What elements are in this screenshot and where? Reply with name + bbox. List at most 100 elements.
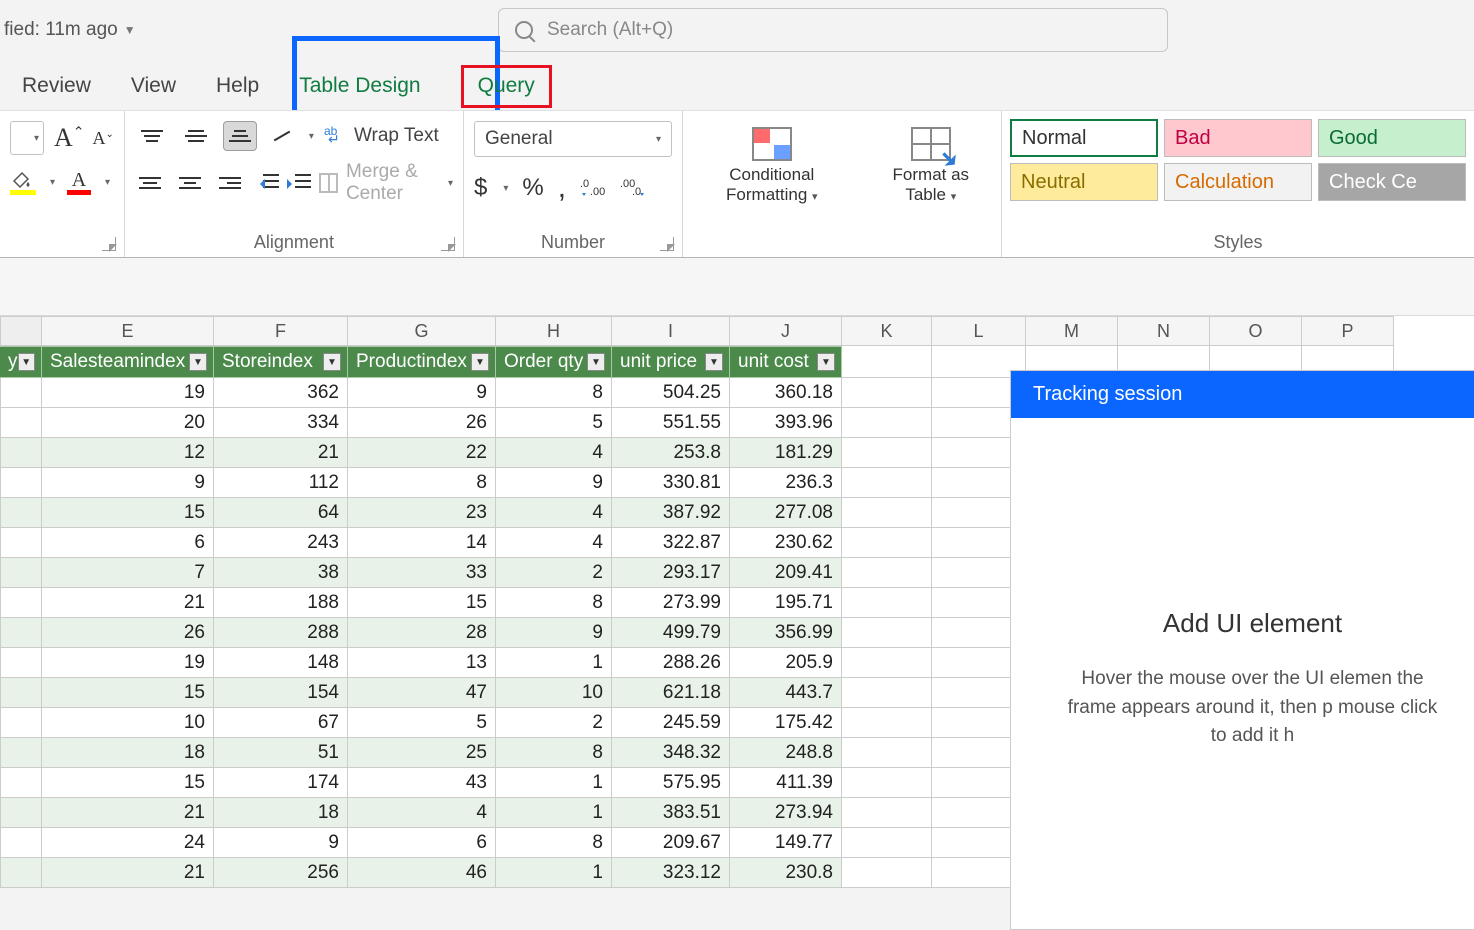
tab-table-design[interactable]: Table Design bbox=[279, 64, 440, 110]
table-header-F[interactable]: Storeindex▼ bbox=[214, 346, 348, 378]
cell[interactable]: 19 bbox=[42, 378, 214, 408]
cell[interactable]: 8 bbox=[496, 378, 612, 408]
column-header-M[interactable]: M bbox=[1026, 316, 1118, 346]
decrease-decimal-button[interactable]: .00.0 bbox=[620, 175, 646, 202]
cell[interactable]: 209.41 bbox=[730, 558, 842, 588]
cell[interactable] bbox=[842, 798, 932, 828]
cell[interactable]: 18 bbox=[42, 738, 214, 768]
cell[interactable] bbox=[842, 738, 932, 768]
cell[interactable]: 21 bbox=[42, 588, 214, 618]
accounting-format-button[interactable]: $ bbox=[474, 174, 487, 202]
cell[interactable]: 14 bbox=[348, 528, 496, 558]
cell[interactable]: 288 bbox=[214, 618, 348, 648]
chevron-down-icon[interactable]: ▾ bbox=[105, 177, 110, 188]
cell[interactable]: 293.17 bbox=[612, 558, 730, 588]
align-middle-button[interactable] bbox=[179, 121, 213, 151]
cell[interactable]: 64 bbox=[214, 498, 348, 528]
cell[interactable] bbox=[0, 678, 42, 708]
cell[interactable]: 9 bbox=[496, 618, 612, 648]
cell[interactable]: 288.26 bbox=[612, 648, 730, 678]
format-as-table-button[interactable]: Format as Table ▾ bbox=[861, 111, 1002, 257]
column-header-I[interactable]: I bbox=[612, 316, 730, 346]
cell[interactable]: 504.25 bbox=[612, 378, 730, 408]
cell[interactable]: 6 bbox=[42, 528, 214, 558]
cell[interactable]: 248.8 bbox=[730, 738, 842, 768]
cell[interactable]: 9 bbox=[496, 468, 612, 498]
column-header-H[interactable]: H bbox=[496, 316, 612, 346]
align-top-button[interactable] bbox=[135, 121, 169, 151]
cell[interactable]: 330.81 bbox=[612, 468, 730, 498]
cell[interactable]: 243 bbox=[214, 528, 348, 558]
select-all-corner[interactable] bbox=[0, 316, 42, 346]
align-bottom-button[interactable] bbox=[223, 121, 257, 151]
column-header-N[interactable]: N bbox=[1118, 316, 1210, 346]
cell[interactable]: 22 bbox=[348, 438, 496, 468]
orientation-button[interactable] bbox=[267, 121, 297, 151]
tab-review[interactable]: Review bbox=[2, 64, 111, 110]
cell[interactable]: 334 bbox=[214, 408, 348, 438]
cell[interactable]: 38 bbox=[214, 558, 348, 588]
cell[interactable]: 356.99 bbox=[730, 618, 842, 648]
cell[interactable]: 360.18 bbox=[730, 378, 842, 408]
increase-font-icon[interactable]: A⌃ bbox=[54, 123, 85, 153]
cell[interactable] bbox=[842, 346, 932, 378]
cell[interactable]: 230.8 bbox=[730, 858, 842, 888]
cell[interactable]: 1 bbox=[496, 798, 612, 828]
cell[interactable] bbox=[842, 498, 932, 528]
search-input[interactable]: Search (Alt+Q) bbox=[498, 8, 1168, 52]
cell[interactable] bbox=[0, 828, 42, 858]
cell[interactable]: 154 bbox=[214, 678, 348, 708]
cell[interactable]: 15 bbox=[42, 768, 214, 798]
font-size-combo[interactable]: ▾ bbox=[10, 121, 44, 155]
align-center-button[interactable] bbox=[175, 168, 205, 198]
cell[interactable]: 253.8 bbox=[612, 438, 730, 468]
cell[interactable]: 148 bbox=[214, 648, 348, 678]
cell[interactable]: 12 bbox=[42, 438, 214, 468]
column-header-O[interactable]: O bbox=[1210, 316, 1302, 346]
cell[interactable]: 174 bbox=[214, 768, 348, 798]
cell[interactable]: 245.59 bbox=[612, 708, 730, 738]
cell[interactable]: 67 bbox=[214, 708, 348, 738]
merge-center-button[interactable]: Merge & Center ▾ bbox=[319, 161, 453, 205]
cell[interactable]: 51 bbox=[214, 738, 348, 768]
cell[interactable] bbox=[0, 618, 42, 648]
cell[interactable]: 322.87 bbox=[612, 528, 730, 558]
cell[interactable]: 8 bbox=[496, 738, 612, 768]
cell[interactable]: 26 bbox=[348, 408, 496, 438]
cell[interactable] bbox=[842, 768, 932, 798]
style-normal[interactable]: Normal bbox=[1010, 119, 1158, 157]
cell[interactable] bbox=[0, 408, 42, 438]
cell[interactable]: 8 bbox=[496, 828, 612, 858]
table-header-J[interactable]: unit cost▼ bbox=[730, 346, 842, 378]
cell[interactable]: 175.42 bbox=[730, 708, 842, 738]
cell[interactable]: 383.51 bbox=[612, 798, 730, 828]
cell[interactable] bbox=[842, 618, 932, 648]
cell[interactable]: 33 bbox=[348, 558, 496, 588]
column-header-P[interactable]: P bbox=[1302, 316, 1394, 346]
cell[interactable]: 348.32 bbox=[612, 738, 730, 768]
cell[interactable]: 21 bbox=[214, 438, 348, 468]
cell[interactable]: 551.55 bbox=[612, 408, 730, 438]
cell[interactable]: 273.99 bbox=[612, 588, 730, 618]
cell[interactable]: 499.79 bbox=[612, 618, 730, 648]
style-good[interactable]: Good bbox=[1318, 119, 1466, 157]
cell[interactable]: 5 bbox=[348, 708, 496, 738]
cell[interactable] bbox=[842, 588, 932, 618]
cell[interactable] bbox=[0, 468, 42, 498]
table-header-H[interactable]: Order qty▼ bbox=[496, 346, 612, 378]
cell[interactable]: 230.62 bbox=[730, 528, 842, 558]
decrease-indent-button[interactable] bbox=[255, 170, 277, 196]
cell[interactable]: 209.67 bbox=[612, 828, 730, 858]
cell[interactable] bbox=[0, 378, 42, 408]
cell[interactable] bbox=[0, 588, 42, 618]
table-header-E[interactable]: Salesteamindex▼ bbox=[42, 346, 214, 378]
cell[interactable]: 10 bbox=[496, 678, 612, 708]
column-header-E[interactable]: E bbox=[42, 316, 214, 346]
cell[interactable] bbox=[0, 558, 42, 588]
column-header-F[interactable]: F bbox=[214, 316, 348, 346]
cell[interactable] bbox=[842, 828, 932, 858]
cell[interactable]: 8 bbox=[348, 468, 496, 498]
column-header-J[interactable]: J bbox=[730, 316, 842, 346]
cell[interactable] bbox=[0, 648, 42, 678]
cell[interactable]: 205.9 bbox=[730, 648, 842, 678]
